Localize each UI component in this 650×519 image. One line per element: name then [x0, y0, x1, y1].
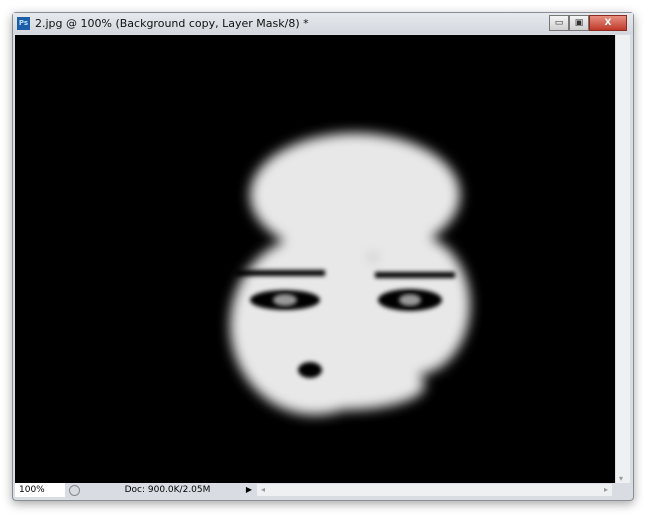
clock-icon[interactable] — [69, 485, 80, 496]
horizontal-scrollbar[interactable]: ◂ ▸ — [257, 484, 612, 496]
title-bar[interactable]: Ps 2.jpg @ 100% (Background copy, Layer … — [13, 13, 633, 34]
photoshop-icon: Ps — [17, 17, 30, 30]
close-button[interactable]: X — [589, 15, 627, 31]
status-bar: 100% Doc: 900.0K/2.05M ▶ ◂ ▸ — [15, 483, 630, 497]
doc-size-info: Doc: 900.0K/2.05M — [124, 485, 211, 495]
image-canvas[interactable] — [15, 35, 615, 483]
layer-mask-image — [230, 133, 470, 415]
maximize-button[interactable]: ▣ — [569, 15, 589, 31]
vertical-scrollbar[interactable]: ▾ — [616, 35, 630, 483]
scroll-down-arrow[interactable]: ▾ — [619, 474, 623, 483]
minimize-button[interactable]: ▭ — [549, 15, 569, 31]
scroll-left-arrow[interactable]: ◂ — [261, 484, 265, 496]
document-window: Ps 2.jpg @ 100% (Background copy, Layer … — [12, 12, 634, 501]
status-menu-arrow[interactable]: ▶ — [243, 483, 255, 497]
window-title: 2.jpg @ 100% (Background copy, Layer Mas… — [35, 17, 309, 30]
zoom-level-field[interactable]: 100% — [15, 483, 65, 497]
scroll-right-arrow[interactable]: ▸ — [604, 484, 608, 496]
